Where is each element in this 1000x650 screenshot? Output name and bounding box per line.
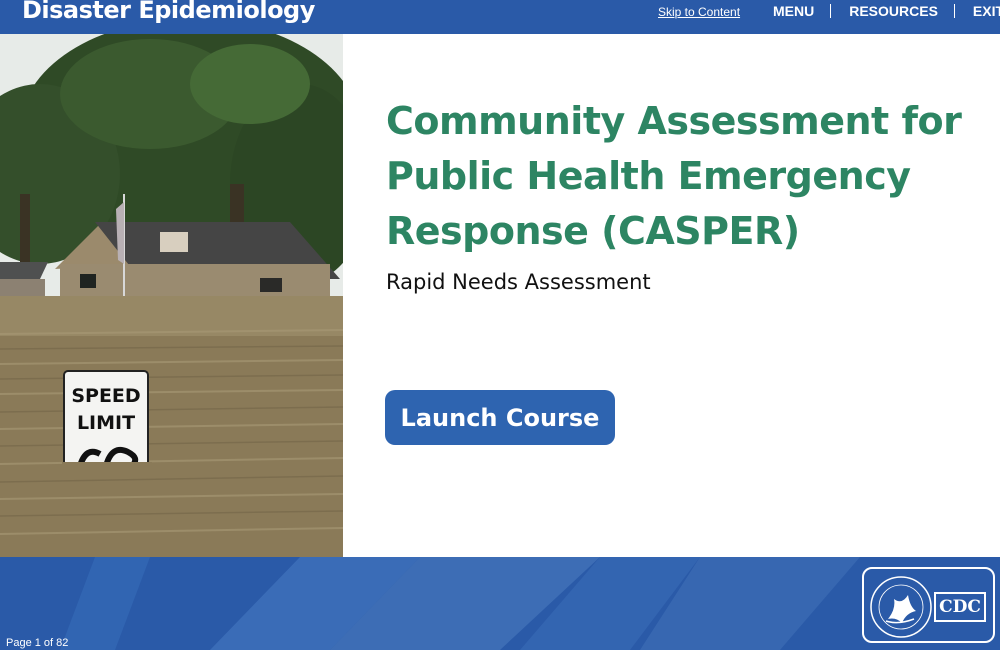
- course-title-line: Community Assessment for: [386, 99, 962, 143]
- header-bar: Disaster Epidemiology Skip to Content ME…: [0, 0, 1000, 34]
- footer-background: [60, 557, 860, 650]
- cdc-logo: CDC: [862, 567, 995, 643]
- course-title: Community Assessment for Public Health E…: [386, 94, 986, 259]
- page-indicator: Page 1 of 82: [6, 637, 69, 649]
- launch-course-button[interactable]: Launch Course: [385, 390, 615, 445]
- nav-divider: [953, 4, 955, 18]
- nav-menu[interactable]: MENU: [773, 3, 814, 19]
- cdc-wordmark: CDC: [934, 592, 986, 622]
- course-title-line: Response (CASPER): [386, 209, 800, 253]
- flood-photo: SPEED LIMIT: [0, 34, 343, 557]
- sign-text-speed: SPEED: [71, 385, 140, 407]
- nav-exit[interactable]: EXIT: [973, 3, 1000, 19]
- course-subtitle: Rapid Needs Assessment: [386, 270, 651, 294]
- course-title-line: Public Health Emergency: [386, 154, 911, 198]
- speed-limit-sign: SPEED LIMIT: [62, 370, 152, 474]
- top-nav: MENU RESOURCES EXIT: [773, 3, 1000, 19]
- app-title: Disaster Epidemiology: [22, 0, 315, 24]
- skip-to-content-link[interactable]: Skip to Content: [658, 5, 740, 19]
- footer-bar: Page 1 of 82 CDC: [0, 557, 1000, 650]
- nav-divider: [830, 4, 832, 18]
- nav-resources[interactable]: RESOURCES: [849, 3, 938, 19]
- sign-text-limit: LIMIT: [77, 412, 135, 434]
